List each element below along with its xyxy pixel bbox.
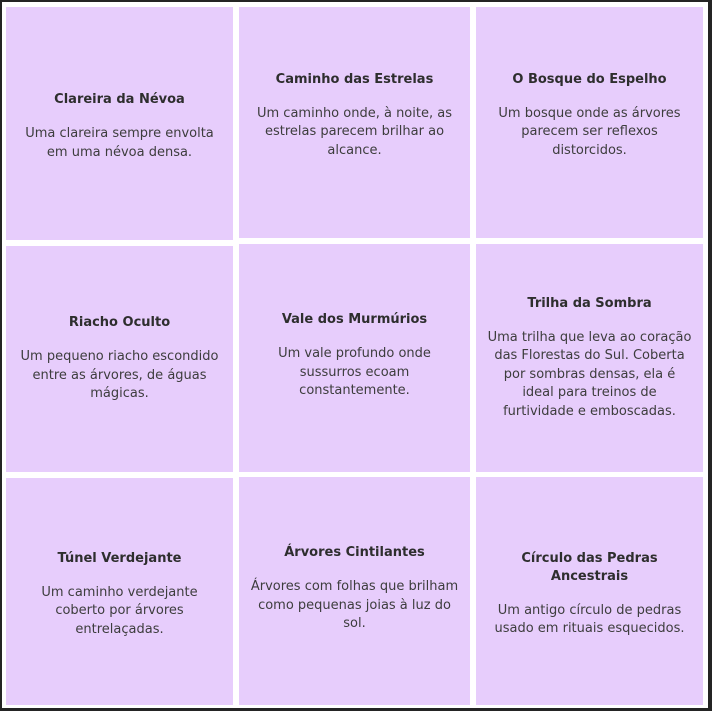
card-title: Túnel Verdejante xyxy=(57,550,182,566)
card-title: Círculo das Pedras Ancestrais xyxy=(521,550,658,584)
card-title: Caminho das Estrelas xyxy=(275,71,434,87)
card-description: Um antigo círculo de pedras usado em rit… xyxy=(494,602,685,637)
card-description: Um pequeno riacho escondido entre as árv… xyxy=(20,349,219,402)
location-card-arvores-cintilantes[interactable]: Árvores Cintilantes Árvores com folhas q… xyxy=(239,477,470,705)
location-card-tunel-verdejante[interactable]: Túnel Verdejante Um caminho verdejante c… xyxy=(6,478,233,705)
location-card-o-bosque-do-espelho[interactable]: O Bosque do Espelho Um bosque onde as ár… xyxy=(476,7,703,238)
card-title: O Bosque do Espelho xyxy=(512,71,667,87)
location-card-circulo-das-pedras-ancestrais[interactable]: Círculo das Pedras Ancestrais Um antigo … xyxy=(476,477,703,705)
card-description: Um vale profundo onde sussurros ecoam co… xyxy=(278,346,431,399)
location-card-caminho-das-estrelas[interactable]: Caminho das Estrelas Um caminho onde, à … xyxy=(239,7,470,238)
card-description: Uma clareira sempre envolta em uma névoa… xyxy=(25,126,214,160)
location-card-riacho-oculto[interactable]: Riacho Oculto Um pequeno riacho escondid… xyxy=(6,246,233,472)
card-title: Árvores Cintilantes xyxy=(284,545,425,561)
location-card-vale-dos-murmurios[interactable]: Vale dos Murmúrios Um vale profundo onde… xyxy=(239,244,470,472)
location-card-clareira-da-nevoa[interactable]: Clareira da Névoa Uma clareira sempre en… xyxy=(6,7,233,240)
card-title: Vale dos Murmúrios xyxy=(281,312,428,328)
location-grid: Clareira da Névoa Uma clareira sempre en… xyxy=(2,2,708,708)
location-card-trilha-da-sombra[interactable]: Trilha da Sombra Uma trilha que leva ao … xyxy=(476,244,703,472)
card-description: Uma trilha que leva ao coração das Flore… xyxy=(487,329,692,419)
card-description: Um caminho onde, à noite, as estrelas pa… xyxy=(257,105,452,158)
card-title: Trilha da Sombra xyxy=(527,295,652,311)
card-description: Um caminho verdejante coberto por árvore… xyxy=(41,584,198,637)
card-title: Riacho Oculto xyxy=(68,315,171,331)
card-description: Árvores com folhas que brilham como pequ… xyxy=(250,579,459,632)
card-title: Clareira da Névoa xyxy=(54,92,185,107)
card-description: Um bosque onde as árvores parecem ser re… xyxy=(498,105,681,158)
